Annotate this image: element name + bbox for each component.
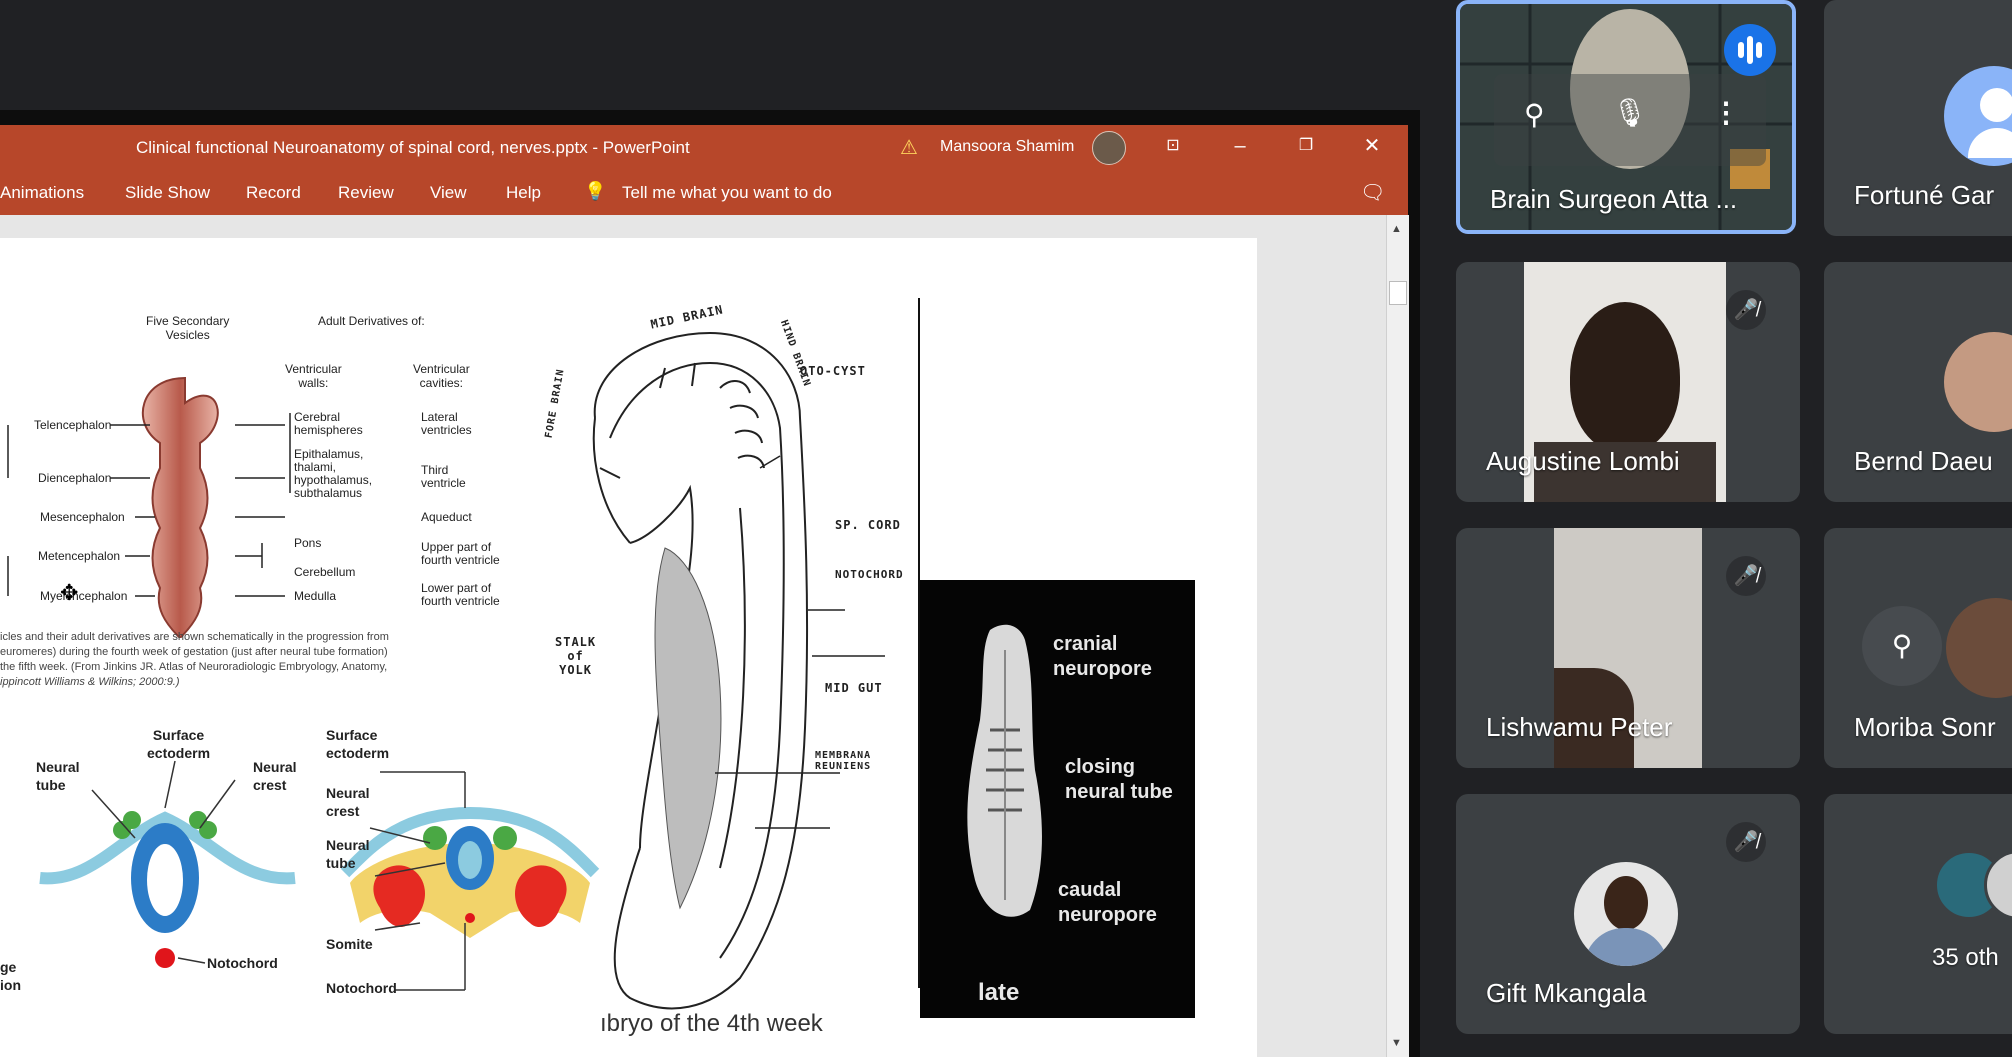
others-count: 35 oth [1932,944,1999,971]
cavity-lateral: Lateral ventricles [421,410,472,437]
ribbon-tabs: Animations Slide Show Record Review View… [0,170,1408,215]
mic-off-icon: 🎤̸ [1726,290,1766,330]
powerpoint-titlebar: Clinical functional Neuroanatomy of spin… [0,125,1408,170]
pin-icon[interactable]: ⚲ [1524,98,1545,131]
label-closing-neural-tube: closing neural tube [1065,756,1173,803]
participant-name: Lishwamu Peter [1486,712,1673,742]
close-icon[interactable]: ✕ [1352,131,1392,161]
left-surface-ectoderm: Surface ectoderm [147,727,211,761]
tab-view[interactable]: View [430,183,467,203]
avatar [1944,332,2012,432]
label-membrana-reuniens: MEMBRANA REUNIENS [815,750,872,772]
tell-me-search[interactable]: Tell me what you want to do [622,183,832,203]
label-notochord: NOTOCHORD [835,568,904,581]
vesicle-diagram [7,376,291,638]
tab-record[interactable]: Record [246,183,301,203]
wall-cerebral: Cerebral hemispheres [294,410,363,437]
figure-caption-line: the fifth week. (From Jinkins JR. Atlas … [0,661,388,673]
label-oto-cyst: OTO-CYST [800,364,866,378]
right-neural-crest: Neural crest [326,785,370,819]
slide-caption: ıbryo of the 4th week [600,1010,823,1037]
vertical-scrollbar[interactable]: ▲ ▼ [1386,215,1409,1057]
row-mesencephalon: Mesencephalon [40,510,125,524]
warning-icon[interactable]: ⚠ [900,135,918,160]
restore-icon[interactable]: ❐ [1286,131,1326,161]
ribbon-display-icon[interactable]: ⊡ [1153,131,1193,161]
tab-animations[interactable]: Animations [0,183,84,203]
cross-section-diagrams [39,760,600,991]
avatar [1944,66,2012,166]
row-telencephalon: Telencephalon [34,418,112,432]
label-late: late [978,979,1020,1006]
tab-review[interactable]: Review [338,183,394,203]
more-options-icon[interactable]: ⋮ [1712,96,1740,129]
participant-name: Bernd Daeu [1854,446,1993,476]
participant-name: Moriba Sonr [1854,712,1996,742]
figure-caption-line: icles and their adult derivatives are sh… [0,631,389,643]
neural-tube-photo: cranial neuropore closing neural tube ca… [920,580,1195,1018]
participant-name: Brain Surgeon Atta ... [1490,184,1738,214]
label-sp-cord: SP. CORD [835,518,901,532]
wall-epithalamus: Epithalamus, thalami, hypothalamus, subt… [294,447,373,500]
participant-tile[interactable]: ⚲ 🎙 ⋮ Brain Surgeon Atta ... [1456,0,1796,234]
minimize-icon[interactable]: – [1220,131,1260,161]
label-caudal-neuropore: caudal neuropore [1058,879,1157,926]
right-notochord: Notochord [326,980,397,996]
avatar [1946,598,2012,698]
row-metencephalon: Metencephalon [38,549,121,563]
mic-off-icon: 🎤̸ [1726,556,1766,596]
others-tile[interactable]: 35 oth [1824,794,2012,1034]
figure-caption-line: euromeres) during the fourth week of ges… [0,646,388,658]
cavity-lower-fourth: Lower part of fourth ventricle [421,581,500,608]
tab-slide-show[interactable]: Slide Show [125,183,210,203]
participant-name: Augustine Lombi [1486,446,1680,476]
participant-tile[interactable]: Bernd Daeu [1824,262,2012,502]
user-avatar[interactable] [1092,131,1126,165]
participant-name: Gift Mkangala [1486,978,1647,1008]
pin-icon[interactable]: ⚲ [1862,606,1942,686]
comments-icon[interactable]: 🗨 [1360,180,1385,205]
right-surface-ectoderm: Surface ectoderm [326,727,390,761]
left-neural-tube: Neural tube [36,759,80,793]
microphone-icon[interactable]: 🎙 [1612,96,1648,129]
label-mid-gut: MID GUT [825,681,883,695]
move-cursor-icon: ✥ [60,580,79,605]
participant-tile[interactable]: Fortuné Gar [1824,0,2012,236]
participant-tile[interactable]: 🎤̸ Augustine Lombi [1456,262,1800,502]
left-partial-label: ge ion [0,959,21,993]
wall-cerebellum: Cerebellum [294,565,356,579]
mic-off-icon: 🎤̸ [1726,822,1766,862]
embryo-drawing [592,331,885,1010]
right-somite: Somite [326,936,373,952]
row-diencephalon: Diencephalon [38,471,112,485]
wall-medulla: Medulla [294,589,337,603]
scroll-up-icon[interactable]: ▲ [1391,223,1402,235]
label-stalk-of-yolk: STALK of YOLK [555,635,597,677]
speaking-indicator-icon [1724,24,1776,76]
lightbulb-icon[interactable]: 💡 [584,181,606,202]
right-neural-tube: Neural tube [326,837,370,871]
tab-help[interactable]: Help [506,183,541,203]
user-name[interactable]: Mansoora Shamim [940,138,1074,156]
participant-tile[interactable]: 🎤̸ Lishwamu Peter [1456,528,1800,768]
participant-tile[interactable]: 🎤̸ Gift Mkangala [1456,794,1800,1034]
scroll-thumb[interactable] [1389,281,1407,305]
left-neural-crest: Neural crest [253,759,297,793]
cavity-third: Third ventricle [421,463,466,490]
wall-pons: Pons [294,536,322,550]
label-cranial-neuropore: cranial neuropore [1053,633,1152,680]
participant-name: Fortuné Gar [1854,180,1995,210]
neural-tube-image [967,624,1042,917]
figure-caption-line: ippincott Williams & Wilkins; 2000:9.) [0,676,180,688]
left-notochord: Notochord [207,955,278,971]
avatar [1574,862,1678,966]
cavity-upper-fourth: Upper part of fourth ventricle [421,540,500,567]
cavity-aqueduct: Aqueduct [421,510,472,524]
participant-tile[interactable]: ⚲ Moriba Sonr [1824,528,2012,768]
document-title: Clinical functional Neuroanatomy of spin… [136,138,690,157]
scroll-down-icon[interactable]: ▼ [1391,1037,1402,1049]
row-myelencephalon: Myelencephalon [40,589,128,603]
